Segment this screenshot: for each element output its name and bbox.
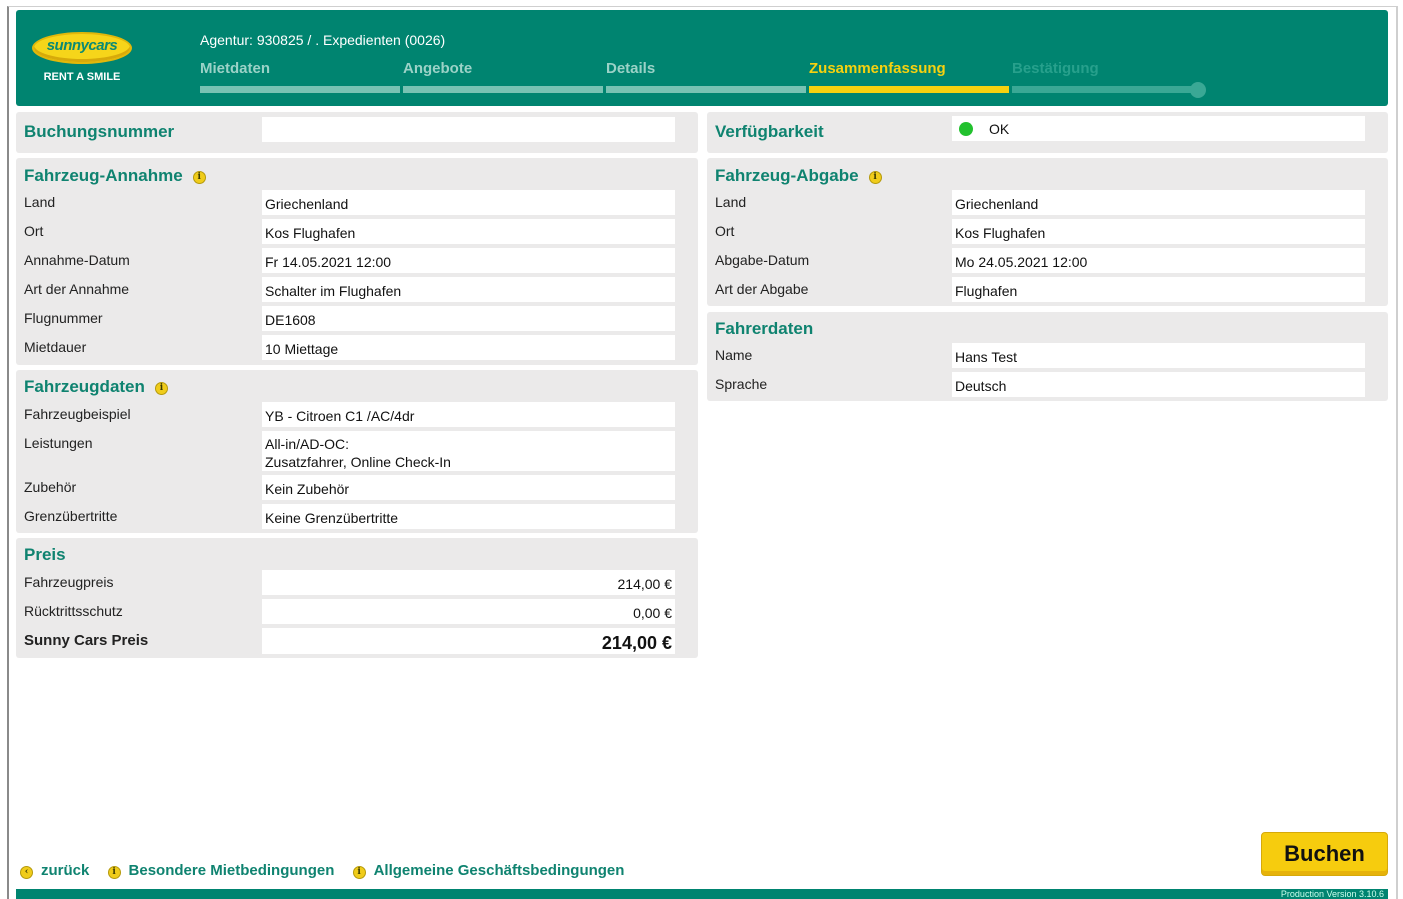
info-icon[interactable]: i bbox=[154, 382, 168, 395]
dropoff-label-date: Abgabe-Datum bbox=[715, 252, 810, 268]
agency-info: Agentur: 930825 / . Expedienten (0026) bbox=[200, 32, 446, 48]
step-bar bbox=[403, 86, 603, 93]
pickup-title: Fahrzeug-Annahme i bbox=[24, 166, 206, 186]
pickup-value-date: Fr 14.05.2021 12:00 bbox=[262, 248, 675, 273]
driver-value-language: Deutsch bbox=[952, 372, 1365, 397]
services-line-2: Zusatzfahrer, Online Check-In bbox=[265, 454, 451, 470]
step-mietdaten[interactable]: Mietdaten bbox=[200, 60, 400, 93]
pickup-label-duration: Mietdauer bbox=[24, 339, 87, 355]
vehicle-label-borders: Grenzübertritte bbox=[24, 508, 118, 524]
panel-driver: Fahrerdaten Name Hans Test Sprache Deuts… bbox=[707, 312, 1388, 401]
dropoff-value-ort: Kos Flughafen bbox=[952, 219, 1365, 244]
pickup-label-flight: Flugnummer bbox=[24, 310, 103, 326]
step-bar bbox=[809, 86, 1009, 93]
price-value-total: 214,00 € bbox=[262, 628, 675, 654]
pickup-label-ort: Ort bbox=[24, 223, 44, 239]
vehicle-label-accessories: Zubehör bbox=[24, 479, 77, 495]
step-details[interactable]: Details bbox=[606, 60, 806, 93]
dropoff-label-land: Land bbox=[715, 194, 747, 210]
step-label: Bestätigung bbox=[1012, 60, 1099, 77]
booking-number-value bbox=[262, 117, 675, 142]
special-terms-link[interactable]: i Besondere Mietbedingungen bbox=[107, 862, 335, 879]
pickup-title-text: Fahrzeug-Annahme bbox=[24, 166, 183, 185]
step-zusammenfassung: Zusammenfassung bbox=[809, 60, 1009, 93]
info-icon: i bbox=[352, 866, 366, 879]
back-link[interactable]: ‹ zurück bbox=[20, 862, 89, 879]
price-label-cancellation: Rücktrittsschutz bbox=[24, 603, 123, 619]
availability-value: OK bbox=[952, 116, 1365, 141]
dropoff-title: Fahrzeug-Abgabe i bbox=[715, 166, 882, 186]
info-icon[interactable]: i bbox=[192, 171, 206, 184]
sunnycars-logo[interactable]: sunnycars RENT A SMILE bbox=[32, 32, 132, 90]
availability-status: OK bbox=[989, 121, 1010, 137]
dropoff-title-text: Fahrzeug-Abgabe bbox=[715, 166, 859, 185]
step-angebote[interactable]: Angebote bbox=[403, 60, 603, 93]
price-value-cancellation: 0,00 € bbox=[262, 599, 675, 624]
step-bestaetigung: Bestätigung bbox=[1012, 60, 1202, 93]
special-terms-label: Besondere Mietbedingungen bbox=[128, 862, 335, 879]
pickup-value-ort: Kos Flughafen bbox=[262, 219, 675, 244]
general-terms-label: Allgemeine Geschäftsbedingungen bbox=[373, 862, 625, 879]
header: sunnycars RENT A SMILE Agentur: 930825 /… bbox=[16, 10, 1388, 106]
step-label: Mietdaten bbox=[200, 60, 271, 77]
step-bar bbox=[1012, 86, 1202, 93]
pickup-value-land: Griechenland bbox=[262, 190, 675, 215]
driver-label-name: Name bbox=[715, 347, 753, 363]
vehicle-value-accessories: Kein Zubehör bbox=[262, 475, 675, 500]
version-label: Production Version 3.10.6 bbox=[1280, 889, 1384, 899]
dropoff-label-type: Art der Abgabe bbox=[715, 281, 809, 297]
logo-text: sunnycars bbox=[46, 37, 118, 54]
back-link-label: zurück bbox=[41, 862, 90, 879]
availability-title: Verfügbarkeit bbox=[715, 122, 824, 141]
info-icon[interactable]: i bbox=[868, 171, 882, 184]
status-ok-dot-icon bbox=[959, 122, 973, 136]
pickup-value-duration: 10 Miettage bbox=[262, 335, 675, 360]
panel-vehicle: Fahrzeugdaten i Fahrzeugbeispiel YB - Cit… bbox=[16, 370, 698, 533]
panel-availability: Verfügbarkeit OK bbox=[707, 112, 1388, 153]
booking-number-title: Buchungsnummer bbox=[24, 122, 175, 141]
vehicle-value-example: YB - Citroen C1 /AC/4dr bbox=[262, 402, 675, 427]
vehicle-title: Fahrzeugdaten i bbox=[24, 377, 168, 397]
dropoff-value-type: Flughafen bbox=[952, 277, 1365, 302]
price-label-vehicle: Fahrzeugpreis bbox=[24, 574, 114, 590]
services-line-1: All-in/AD-OC: bbox=[265, 436, 350, 452]
footer-bar: Production Version 3.10.6 bbox=[16, 889, 1388, 899]
driver-title: Fahrerdaten bbox=[715, 319, 814, 338]
book-button[interactable]: Buchen bbox=[1261, 832, 1388, 876]
vehicle-value-services: All-in/AD-OC: Zusatzfahrer, Online Check-… bbox=[262, 431, 675, 471]
step-bar bbox=[606, 86, 806, 93]
panel-price: Preis Fahrzeugpreis 214,00 € Rücktrittss… bbox=[16, 538, 698, 658]
logo-tagline: RENT A SMILE bbox=[43, 71, 121, 83]
back-arrow-icon: ‹ bbox=[20, 866, 33, 879]
step-label: Angebote bbox=[403, 60, 473, 77]
panel-booking-number: Buchungsnummer bbox=[16, 112, 698, 153]
pickup-value-type: Schalter im Flughafen bbox=[262, 277, 675, 302]
dropoff-value-date: Mo 24.05.2021 12:00 bbox=[952, 248, 1365, 273]
footer-links: ‹ zurück i Besondere Mietbedingungen i Allg… bbox=[20, 862, 638, 879]
pickup-value-flight: DE1608 bbox=[262, 306, 675, 331]
step-label: Zusammenfassung bbox=[809, 60, 946, 77]
pickup-label-land: Land bbox=[24, 194, 56, 210]
vehicle-label-services: Leistungen bbox=[24, 435, 93, 451]
panel-dropoff: Fahrzeug-Abgabe i Land Griechenland Ort K… bbox=[707, 158, 1388, 306]
pickup-label-type: Art der Annahme bbox=[24, 281, 130, 297]
info-icon: i bbox=[107, 866, 121, 879]
progress-end-dot bbox=[1190, 82, 1206, 98]
step-label: Details bbox=[606, 60, 656, 77]
vehicle-label-example: Fahrzeugbeispiel bbox=[24, 406, 131, 422]
vehicle-value-borders: Keine Grenzübertritte bbox=[262, 504, 675, 529]
panel-pickup: Fahrzeug-Annahme i Land Griechenland Ort … bbox=[16, 158, 698, 365]
step-bar bbox=[200, 86, 400, 93]
pickup-label-date: Annahme-Datum bbox=[24, 252, 130, 268]
dropoff-value-land: Griechenland bbox=[952, 190, 1365, 215]
price-label-total: Sunny Cars Preis bbox=[24, 632, 149, 649]
driver-value-name: Hans Test bbox=[952, 343, 1365, 368]
price-title: Preis bbox=[24, 545, 66, 564]
driver-label-language: Sprache bbox=[715, 376, 768, 392]
general-terms-link[interactable]: i Allgemeine Geschäftsbedingungen bbox=[352, 862, 625, 879]
vehicle-title-text: Fahrzeugdaten bbox=[24, 377, 145, 396]
dropoff-label-ort: Ort bbox=[715, 223, 735, 239]
price-value-vehicle: 214,00 € bbox=[262, 570, 675, 595]
